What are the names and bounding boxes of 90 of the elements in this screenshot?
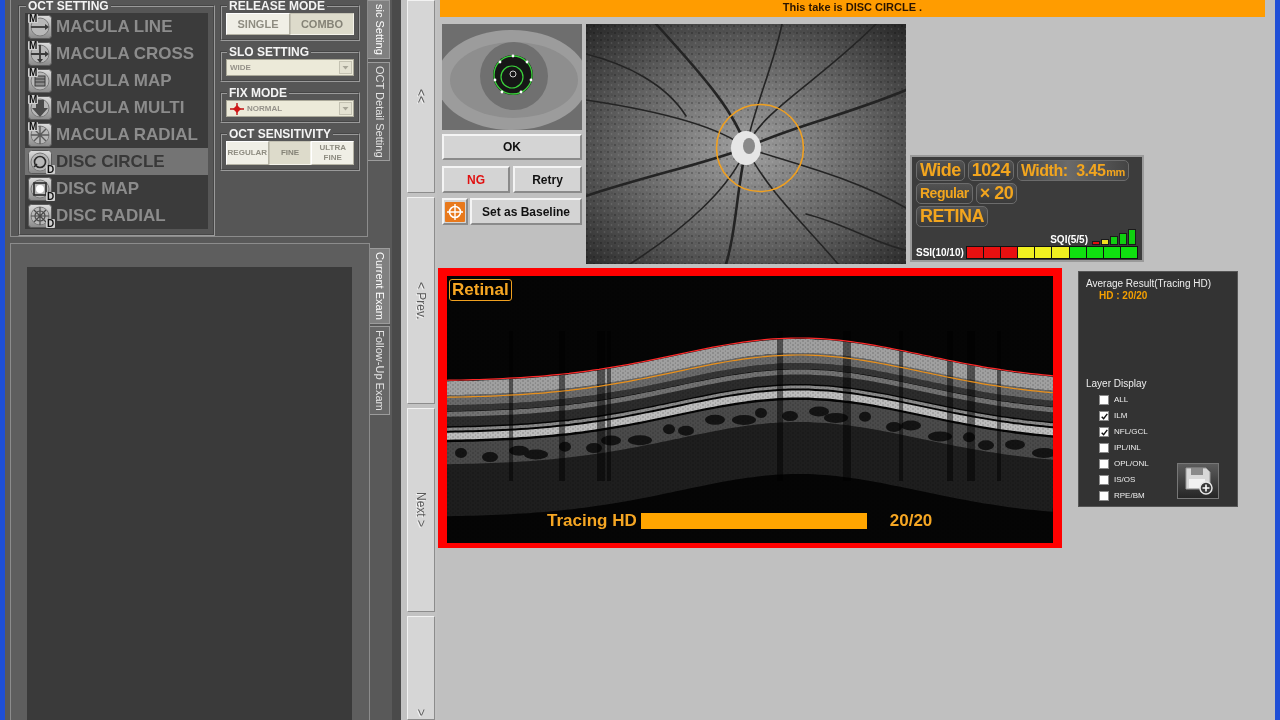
release-mode-option[interactable]: COMBO: [290, 13, 354, 35]
layer-name: OPL/ONL: [1114, 459, 1149, 469]
layer-tag: Retinal: [449, 279, 512, 301]
width-unit: mm: [1106, 166, 1125, 180]
layer-checkbox[interactable]: [1099, 443, 1109, 453]
signal-segment: [1052, 247, 1069, 258]
nav-button[interactable]: <<: [407, 0, 435, 193]
mode-letter: M: [28, 68, 39, 77]
group-title: RELEASE MODE: [228, 0, 326, 12]
mode-letter: D: [46, 219, 56, 228]
radial-lines-icon: [28, 122, 52, 147]
signal-segment: [966, 247, 983, 258]
layer-name: IPL/INL: [1114, 443, 1141, 453]
layer-checkbox[interactable]: [1099, 491, 1109, 501]
crosshair-icon: [445, 201, 465, 222]
slo-dropdown[interactable]: WIDE: [226, 59, 354, 76]
layer-checkbox[interactable]: [1099, 459, 1109, 469]
settings-tab[interactable]: OCT Detail Setting: [368, 61, 390, 162]
mode-letter: M: [28, 95, 39, 104]
sensitivity-option[interactable]: FINE: [268, 141, 312, 165]
square-dot-icon: [28, 176, 52, 201]
width-value: 3.45: [1076, 161, 1106, 180]
scan-mode-item[interactable]: M MACULA MAP: [25, 67, 208, 94]
result-title: Average Result(Tracing HD): [1086, 278, 1213, 290]
ssi-label: SSI(10/10): [916, 247, 964, 258]
baseline-icon-button[interactable]: [442, 198, 468, 225]
scan-setting-chip: Wide: [916, 160, 965, 181]
signal-segment: [1018, 247, 1035, 258]
down-arrow-icon: [28, 95, 52, 120]
scan-mode-item[interactable]: M MACULA MULTI: [25, 94, 208, 121]
set-baseline-button[interactable]: Set as Baseline: [470, 198, 582, 225]
sqi-label: SQI(5/5): [1050, 234, 1088, 245]
layer-checkbox[interactable]: [1099, 475, 1109, 485]
scan-mode-item[interactable]: M MACULA RADIAL: [25, 121, 208, 148]
scan-setting-chip: × 20: [975, 183, 1018, 204]
layer-name: RPE/BM: [1114, 491, 1145, 501]
grid-square-icon: [28, 68, 52, 93]
layer-display-title: Layer Display: [1086, 378, 1148, 390]
scan-setting-chip: 1024: [967, 160, 1014, 181]
mode-letter: M: [28, 122, 39, 131]
layer-name: ILM: [1114, 411, 1128, 421]
sensitivity-option[interactable]: REGULAR: [226, 141, 269, 165]
layer-name: ALL: [1114, 395, 1129, 405]
save-button[interactable]: [1177, 463, 1219, 499]
radial-circle-icon: [28, 203, 52, 228]
result-value: HD : 20/20: [1099, 290, 1149, 302]
nav-button[interactable]: >: [407, 616, 435, 720]
settings-tab[interactable]: sic Setting: [368, 0, 390, 59]
scan-mode-item[interactable]: M MACULA CROSS: [25, 40, 208, 67]
ng-button[interactable]: NG: [442, 166, 510, 193]
signal-segment: [1086, 247, 1103, 258]
layer-name: NFL/GCL: [1114, 427, 1148, 437]
mode-letter: D: [46, 165, 56, 174]
group-title: OCT SETTING: [27, 0, 110, 12]
signal-segment: [1001, 247, 1018, 258]
width-label: Width:: [1020, 161, 1068, 180]
floppy-disk-plus-icon: [1183, 467, 1213, 495]
signal-segment: [1103, 247, 1120, 258]
circle-arrow-icon: [28, 149, 52, 174]
layer-name: IS/OS: [1114, 475, 1136, 485]
cross-arrows-icon: [28, 41, 52, 66]
tracing-label: Tracing HD: [547, 511, 637, 531]
scan-setting-chip: RETINA: [916, 206, 988, 227]
nav-button[interactable]: Next >: [407, 408, 435, 612]
group-title: FIX MODE: [228, 87, 288, 99]
mode-letter: M: [28, 14, 39, 23]
exam-tab[interactable]: Follow-Up Exam: [370, 325, 390, 415]
group-title: SLO SETTING: [228, 46, 310, 58]
signal-segment: [1069, 247, 1086, 258]
exam-tab[interactable]: Current Exam: [370, 248, 390, 324]
nav-button[interactable]: < Prev.: [407, 197, 435, 404]
signal-segment: [983, 247, 1001, 258]
scan-setting-chip: Regular: [916, 183, 973, 204]
layer-checkbox[interactable]: [1099, 411, 1109, 421]
signal-segment: [1035, 247, 1052, 258]
signal-segment: [1120, 247, 1138, 258]
ok-button[interactable]: OK: [442, 134, 582, 160]
fix-mode-dropdown[interactable]: NORMAL: [226, 100, 354, 117]
sensitivity-option[interactable]: ULTRA FINE: [311, 141, 354, 165]
mode-letter: D: [46, 192, 56, 201]
layer-checkbox[interactable]: [1099, 427, 1109, 437]
scan-mode-item[interactable]: M MACULA LINE: [25, 13, 208, 40]
retry-button[interactable]: Retry: [513, 166, 582, 193]
mode-letter: M: [28, 41, 39, 50]
layer-checkbox[interactable]: [1099, 395, 1109, 405]
release-mode-option[interactable]: SINGLE: [226, 13, 290, 35]
cross-marker-icon: [230, 102, 244, 115]
tracing-count: 20/20: [889, 511, 933, 531]
group-title: OCT SENSITIVITY: [228, 128, 332, 140]
status-banner: This take is DISC CIRCLE .: [440, 0, 1265, 17]
